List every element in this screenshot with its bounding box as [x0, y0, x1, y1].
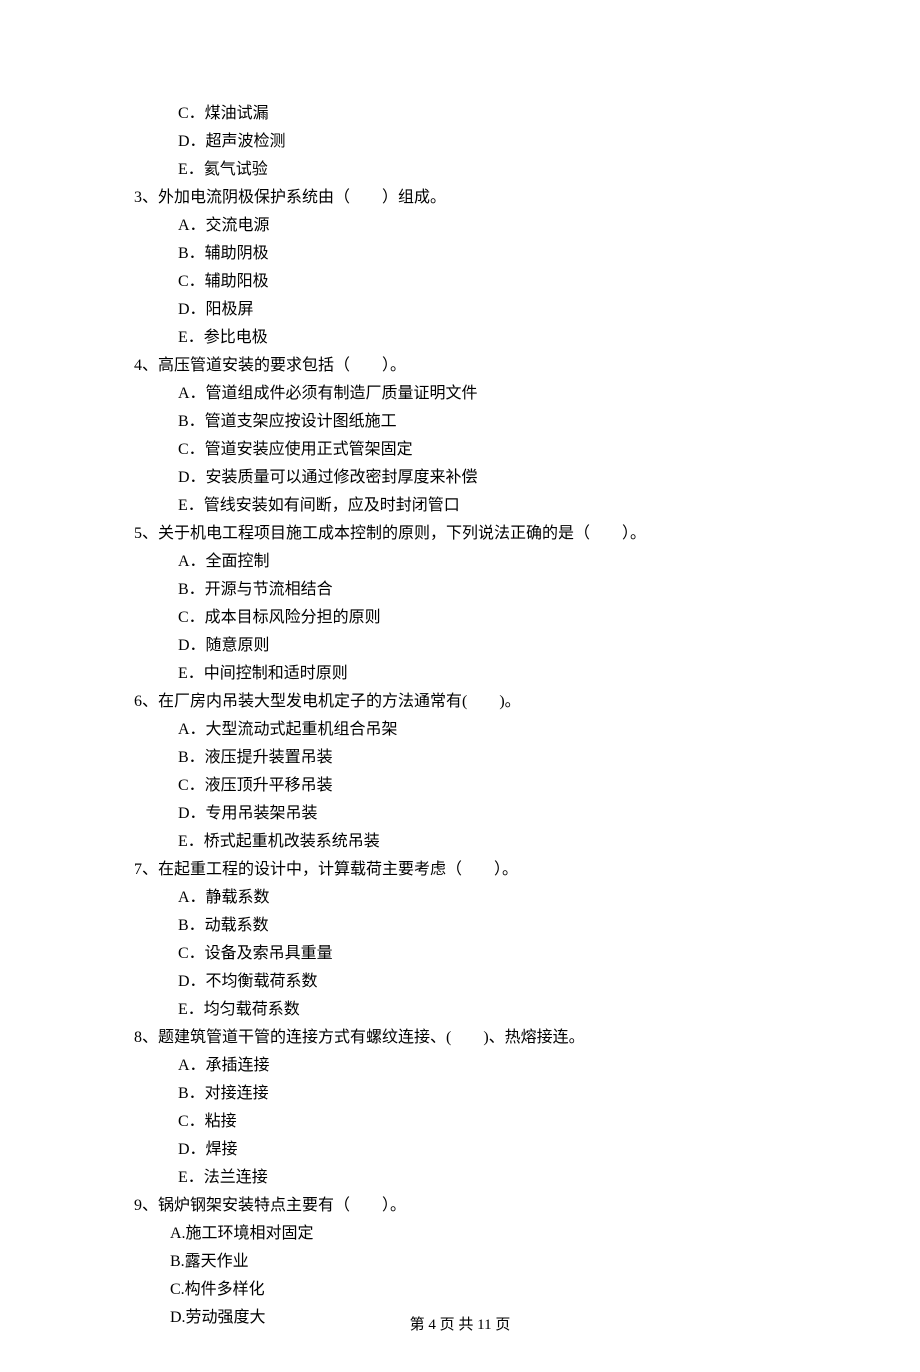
option: E．参比电极 — [120, 324, 800, 352]
question-number: 5、 — [134, 525, 158, 542]
question-text: 外加电流阴极保护系统由（ ）组成。 — [158, 189, 446, 206]
question-3: 3、外加电流阴极保护系统由（ ）组成。 — [120, 184, 800, 212]
document-body: C．煤油试漏 D．超声波检测 E．氦气试验 3、外加电流阴极保护系统由（ ）组成… — [120, 100, 800, 1332]
question-text: 锅炉钢架安装特点主要有（ ）。 — [158, 1197, 406, 1214]
option: E．桥式起重机改装系统吊装 — [120, 828, 800, 856]
question-9: 9、锅炉钢架安装特点主要有（ ）。 — [120, 1192, 800, 1220]
option: D．随意原则 — [120, 632, 800, 660]
question-text: 题建筑管道干管的连接方式有螺纹连接、( )、热熔接连。 — [158, 1029, 585, 1046]
option: D．阳极屏 — [120, 296, 800, 324]
question-text: 高压管道安装的要求包括（ ）。 — [158, 357, 406, 374]
option: A．大型流动式起重机组合吊架 — [120, 716, 800, 744]
option: B.露天作业 — [120, 1248, 800, 1276]
question-7: 7、在起重工程的设计中，计算载荷主要考虑（ ）。 — [120, 856, 800, 884]
question-number: 3、 — [134, 189, 158, 206]
option: E．中间控制和适时原则 — [120, 660, 800, 688]
option: A．静载系数 — [120, 884, 800, 912]
option: E．管线安装如有间断，应及时封闭管口 — [120, 492, 800, 520]
page-footer: 第 4 页 共 11 页 — [0, 1312, 920, 1338]
option: C．辅助阳极 — [120, 268, 800, 296]
option: E．均匀载荷系数 — [120, 996, 800, 1024]
question-number: 6、 — [134, 693, 158, 710]
option: B．动载系数 — [120, 912, 800, 940]
option: B．管道支架应按设计图纸施工 — [120, 408, 800, 436]
question-number: 4、 — [134, 357, 158, 374]
option: A．管道组成件必须有制造厂质量证明文件 — [120, 380, 800, 408]
option: C．液压顶升平移吊装 — [120, 772, 800, 800]
option: D．安装质量可以通过修改密封厚度来补偿 — [120, 464, 800, 492]
option: C．管道安装应使用正式管架固定 — [120, 436, 800, 464]
question-text: 在厂房内吊装大型发电机定子的方法通常有( )。 — [158, 693, 521, 710]
question-number: 9、 — [134, 1197, 158, 1214]
option: B．辅助阴极 — [120, 240, 800, 268]
orphan-option: C．煤油试漏 — [120, 100, 800, 128]
question-text: 在起重工程的设计中，计算载荷主要考虑（ ）。 — [158, 861, 518, 878]
option: C．设备及索吊具重量 — [120, 940, 800, 968]
question-6: 6、在厂房内吊装大型发电机定子的方法通常有( )。 — [120, 688, 800, 716]
question-4: 4、高压管道安装的要求包括（ ）。 — [120, 352, 800, 380]
option: A.施工环境相对固定 — [120, 1220, 800, 1248]
option: B．液压提升装置吊装 — [120, 744, 800, 772]
option: D．专用吊装架吊装 — [120, 800, 800, 828]
option: A．承插连接 — [120, 1052, 800, 1080]
question-number: 8、 — [134, 1029, 158, 1046]
question-text: 关于机电工程项目施工成本控制的原则，下列说法正确的是（ ）。 — [158, 525, 646, 542]
question-number: 7、 — [134, 861, 158, 878]
option: C.构件多样化 — [120, 1276, 800, 1304]
orphan-option: E．氦气试验 — [120, 156, 800, 184]
option: D．不均衡载荷系数 — [120, 968, 800, 996]
question-8: 8、题建筑管道干管的连接方式有螺纹连接、( )、热熔接连。 — [120, 1024, 800, 1052]
orphan-option: D．超声波检测 — [120, 128, 800, 156]
option: C．成本目标风险分担的原则 — [120, 604, 800, 632]
option: C．粘接 — [120, 1108, 800, 1136]
option: D．焊接 — [120, 1136, 800, 1164]
option: A．交流电源 — [120, 212, 800, 240]
option: A．全面控制 — [120, 548, 800, 576]
option: B．开源与节流相结合 — [120, 576, 800, 604]
option: E．法兰连接 — [120, 1164, 800, 1192]
option: B．对接连接 — [120, 1080, 800, 1108]
question-5: 5、关于机电工程项目施工成本控制的原则，下列说法正确的是（ ）。 — [120, 520, 800, 548]
